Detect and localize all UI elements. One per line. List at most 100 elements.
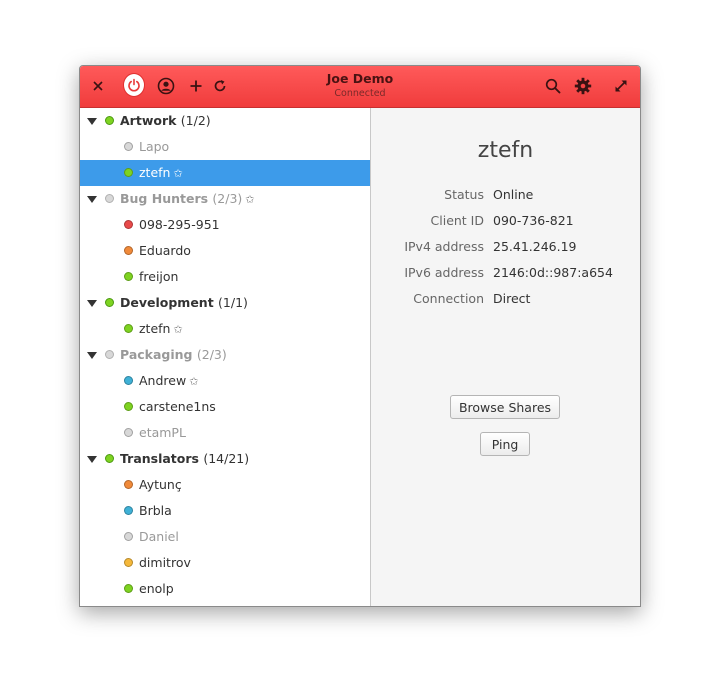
peer-name-heading: ztefn (477, 138, 534, 163)
member-label: Daniel (139, 529, 179, 544)
member-row[interactable]: Daniel (80, 524, 370, 550)
member-label: Aytunç (139, 477, 182, 492)
settings-button[interactable] (573, 76, 593, 96)
member-label: ztefn (139, 321, 171, 336)
member-label: etamPL (139, 425, 186, 440)
member-row[interactable]: Brbla (80, 498, 370, 524)
status-dot-icon (124, 142, 133, 151)
member-name: Eduardo (139, 243, 191, 258)
peer-details-panel: ztefn Status Online Client ID 090-736-821 IP… (371, 108, 640, 606)
header-bar: Joe Demo Connected (80, 66, 640, 108)
detail-value: Direct (493, 291, 531, 306)
browse-shares-button[interactable]: Browse Shares (450, 395, 560, 419)
status-dot-icon (105, 298, 114, 307)
detail-label: Connection (413, 291, 484, 306)
member-row[interactable]: dimitrov (80, 550, 370, 576)
member-name: freijon (139, 269, 178, 284)
member-name: Lapo (139, 139, 169, 154)
status-dot-icon (105, 454, 114, 463)
member-name: ztefn ✩ (139, 165, 183, 180)
group-name: Packaging (2/3) (120, 347, 227, 362)
group-name: Translators (14/21) (120, 451, 249, 466)
maximize-icon (615, 80, 627, 92)
star-icon: ✩ (245, 193, 255, 206)
gear-icon (574, 77, 592, 95)
search-icon (545, 78, 561, 94)
member-row[interactable]: Aytunç (80, 472, 370, 498)
detail-value: Online (493, 187, 534, 202)
status-dot-icon (124, 428, 133, 437)
member-label: Andrew (139, 373, 187, 388)
member-name: carstene1ns (139, 399, 216, 414)
ping-button[interactable]: Ping (480, 432, 530, 456)
detail-label: Client ID (430, 213, 484, 228)
group-row[interactable]: Artwork (1/2) (80, 108, 370, 134)
group-label: Artwork (120, 113, 177, 128)
member-row[interactable]: ztefn ✩ (80, 316, 370, 342)
app-window: Joe Demo Connected Artwork (1/2) Lapo zt… (79, 65, 641, 607)
search-button[interactable] (543, 76, 563, 96)
detail-value: 2146:0d::987:a654 (493, 265, 613, 280)
maximize-button[interactable] (611, 76, 631, 96)
member-row[interactable]: Andrew ✩ (80, 368, 370, 394)
member-name: Aytunç (139, 477, 182, 492)
member-label: Lapo (139, 139, 170, 154)
member-label: Eduardo (139, 243, 191, 258)
group-row[interactable]: Development (1/1) (80, 290, 370, 316)
status-dot-icon (124, 402, 133, 411)
member-name: etamPL (139, 425, 186, 440)
group-label: Packaging (120, 347, 193, 362)
status-dot-icon (124, 506, 133, 515)
expander-arrow-icon[interactable] (87, 352, 97, 359)
status-dot-icon (124, 532, 133, 541)
member-row[interactable]: carstene1ns (80, 394, 370, 420)
star-icon: ✩ (173, 167, 183, 180)
detail-value: 090-736-821 (493, 213, 574, 228)
member-row[interactable]: freijon (80, 264, 370, 290)
member-name: dimitrov (139, 555, 191, 570)
member-label: 098-295-951 (139, 217, 220, 232)
group-row[interactable]: Packaging (2/3) (80, 342, 370, 368)
member-row[interactable]: Eduardo (80, 238, 370, 264)
member-row[interactable]: etamPL (80, 420, 370, 446)
star-icon: ✩ (189, 375, 199, 388)
group-label: Translators (120, 451, 199, 466)
member-name: 098-295-951 (139, 217, 220, 232)
member-row[interactable]: ztefn ✩ (80, 160, 370, 186)
status-dot-icon (124, 480, 133, 489)
group-name: Artwork (1/2) (120, 113, 211, 128)
detail-label: IPv4 address (404, 239, 484, 254)
detail-label: Status (444, 187, 484, 202)
group-count: (2/3) (196, 347, 227, 362)
expander-arrow-icon[interactable] (87, 196, 97, 203)
expander-arrow-icon[interactable] (87, 118, 97, 125)
status-dot-icon (124, 376, 133, 385)
member-label: Brbla (139, 503, 172, 518)
member-label: dimitrov (139, 555, 191, 570)
group-row[interactable]: Translators (14/21) (80, 446, 370, 472)
group-name: Bug Hunters (2/3) ✩ (120, 191, 255, 206)
network-tree: Artwork (1/2) Lapo ztefn ✩ Bug Hunters (2/3)… (80, 108, 371, 606)
status-dot-icon (105, 116, 114, 125)
status-dot-icon (124, 272, 133, 281)
status-dot-icon (105, 350, 114, 359)
member-name: enolp (139, 581, 174, 596)
member-label: carstene1ns (139, 399, 216, 414)
group-count: (14/21) (203, 451, 250, 466)
group-label: Development (120, 295, 214, 310)
group-name: Development (1/1) (120, 295, 248, 310)
detail-value: 25.41.246.19 (493, 239, 577, 254)
member-label: freijon (139, 269, 179, 284)
member-name: ztefn ✩ (139, 321, 183, 336)
group-row[interactable]: Bug Hunters (2/3) ✩ (80, 186, 370, 212)
star-icon: ✩ (173, 323, 183, 336)
expander-arrow-icon[interactable] (87, 300, 97, 307)
detail-label: IPv6 address (404, 265, 484, 280)
status-dot-icon (124, 324, 133, 333)
member-name: Brbla (139, 503, 172, 518)
member-row[interactable]: Lapo (80, 134, 370, 160)
member-row[interactable]: 098-295-951 (80, 212, 370, 238)
status-dot-icon (124, 584, 133, 593)
expander-arrow-icon[interactable] (87, 456, 97, 463)
member-row[interactable]: enolp (80, 576, 370, 602)
